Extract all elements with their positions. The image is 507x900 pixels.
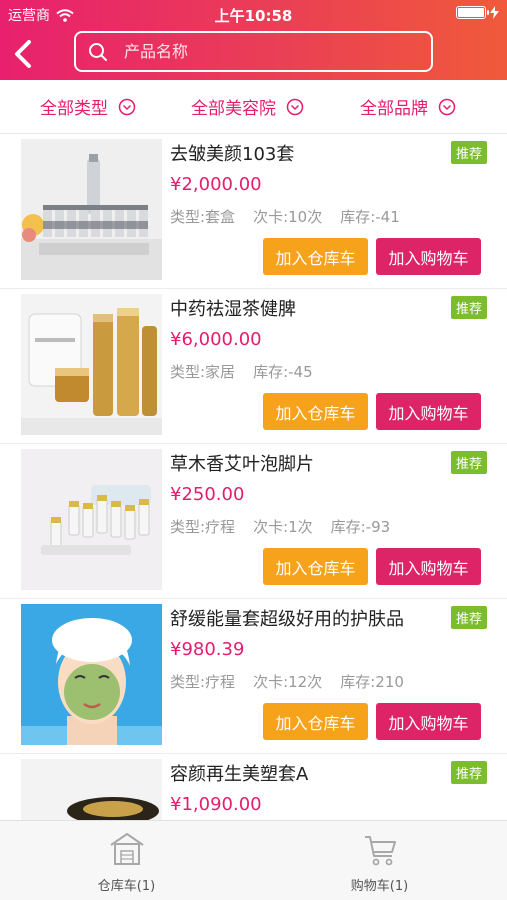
product-item[interactable]: 舒缓能量套超级好用的护肤品 推荐 ¥980.39 类型:疗程 次卡:12次 库存:2… bbox=[0, 599, 507, 754]
tab-cart-label: 购物车(1) bbox=[350, 879, 409, 894]
product-type: 类型:疗程 bbox=[170, 673, 236, 691]
product-price: ¥1,090.00 bbox=[170, 794, 262, 815]
product-image bbox=[21, 759, 162, 820]
add-warehouse-button[interactable]: 加入仓库车 bbox=[263, 703, 368, 740]
product-name: 中药祛湿茶健脾 bbox=[170, 299, 296, 320]
tab-warehouse[interactable]: 仓库车(1) bbox=[0, 829, 253, 894]
search-box[interactable] bbox=[74, 31, 433, 72]
add-cart-button[interactable]: 加入购物车 bbox=[376, 393, 481, 430]
product-stock: 库存:-41 bbox=[340, 208, 400, 226]
bottom-tab-bar: 仓库车(1) 购物车(1) bbox=[0, 820, 507, 900]
product-stock: 库存:-45 bbox=[253, 363, 313, 381]
product-stock: 库存:210 bbox=[340, 673, 404, 691]
product-name: 去皱美颜103套 bbox=[170, 144, 295, 165]
chevron-down-icon bbox=[118, 98, 136, 115]
filter-salon-label: 全部美容院 bbox=[191, 99, 276, 119]
product-type: 类型:套盒 bbox=[170, 208, 236, 226]
tab-cart[interactable]: 购物车(1) bbox=[253, 829, 506, 894]
product-item[interactable]: 去皱美颜103套 推荐 ¥2,000.00 类型:套盒 次卡:10次 库存:-41 … bbox=[0, 134, 507, 289]
back-button[interactable] bbox=[6, 34, 40, 74]
filter-brand-label: 全部品牌 bbox=[360, 99, 428, 119]
chevron-down-icon bbox=[438, 98, 456, 115]
cart-icon bbox=[364, 836, 396, 866]
product-price: ¥980.39 bbox=[170, 639, 245, 660]
header-bar: 运营商 上午10:58 bbox=[0, 0, 507, 80]
product-name: 草木香艾叶泡脚片 bbox=[170, 454, 314, 475]
clock: 上午10:58 bbox=[214, 7, 293, 25]
tab-warehouse-label: 仓库车(1) bbox=[97, 879, 156, 894]
search-input[interactable] bbox=[122, 41, 416, 62]
product-name: 容颜再生美塑套A bbox=[170, 764, 309, 785]
product-meta: 类型:家居 库存:-45 bbox=[170, 361, 331, 382]
filter-brand[interactable]: 全部品牌 bbox=[360, 94, 456, 119]
product-meta: 类型:疗程 次卡:12次 库存:210 bbox=[170, 671, 422, 692]
product-name: 舒缓能量套超级好用的护肤品 bbox=[170, 609, 404, 630]
recommend-badge: 推荐 bbox=[450, 296, 487, 319]
recommend-badge: 推荐 bbox=[450, 141, 487, 164]
product-image bbox=[21, 449, 162, 590]
add-warehouse-button[interactable]: 加入仓库车 bbox=[263, 393, 368, 430]
search-icon bbox=[88, 42, 108, 62]
status-bar: 运营商 上午10:58 bbox=[0, 0, 507, 28]
filter-salon[interactable]: 全部美容院 bbox=[191, 94, 304, 119]
add-warehouse-button[interactable]: 加入仓库车 bbox=[263, 548, 368, 585]
product-stock: 库存:-93 bbox=[330, 518, 391, 536]
recommend-badge: 推荐 bbox=[450, 451, 487, 474]
product-item[interactable]: 草木香艾叶泡脚片 推荐 ¥250.00 类型:疗程 次卡:1次 库存:-93 加入仓… bbox=[0, 444, 507, 599]
product-card: 次卡:10次 bbox=[253, 208, 323, 226]
chevron-left-icon bbox=[15, 40, 31, 68]
product-image bbox=[21, 604, 162, 745]
recommend-badge: 推荐 bbox=[450, 761, 487, 784]
charging-icon bbox=[490, 6, 499, 19]
product-card: 次卡:12次 bbox=[253, 673, 323, 691]
add-cart-button[interactable]: 加入购物车 bbox=[376, 548, 481, 585]
chevron-down-icon bbox=[286, 98, 304, 115]
add-cart-button[interactable]: 加入购物车 bbox=[376, 238, 481, 275]
product-meta: 类型:疗程 次卡:1次 库存:-93 bbox=[170, 516, 408, 537]
product-type: 类型:家居 bbox=[170, 363, 236, 381]
warehouse-icon bbox=[109, 833, 144, 865]
product-meta: 类型:套盒 次卡:10次 库存:-41 bbox=[170, 206, 418, 227]
filter-bar: 全部类型 全部美容院 全部品牌 bbox=[0, 80, 507, 134]
product-item[interactable]: 容颜再生美塑套A 推荐 ¥1,090.00 bbox=[0, 754, 507, 820]
product-type: 类型:疗程 bbox=[170, 518, 236, 536]
product-item[interactable]: 中药祛湿茶健脾 推荐 ¥6,000.00 类型:家居 库存:-45 加入仓库车 加… bbox=[0, 289, 507, 444]
add-cart-button[interactable]: 加入购物车 bbox=[376, 703, 481, 740]
add-warehouse-button[interactable]: 加入仓库车 bbox=[263, 238, 368, 275]
product-image bbox=[21, 139, 162, 280]
product-card: 次卡:1次 bbox=[253, 518, 313, 536]
battery-icon bbox=[456, 6, 489, 19]
filter-type-label: 全部类型 bbox=[40, 99, 108, 119]
recommend-badge: 推荐 bbox=[450, 606, 487, 629]
product-image bbox=[21, 294, 162, 435]
product-price: ¥2,000.00 bbox=[170, 174, 262, 195]
product-list[interactable]: 去皱美颜103套 推荐 ¥2,000.00 类型:套盒 次卡:10次 库存:-41 … bbox=[0, 134, 507, 820]
filter-type[interactable]: 全部类型 bbox=[40, 94, 136, 119]
product-price: ¥6,000.00 bbox=[170, 329, 262, 350]
product-price: ¥250.00 bbox=[170, 484, 245, 505]
